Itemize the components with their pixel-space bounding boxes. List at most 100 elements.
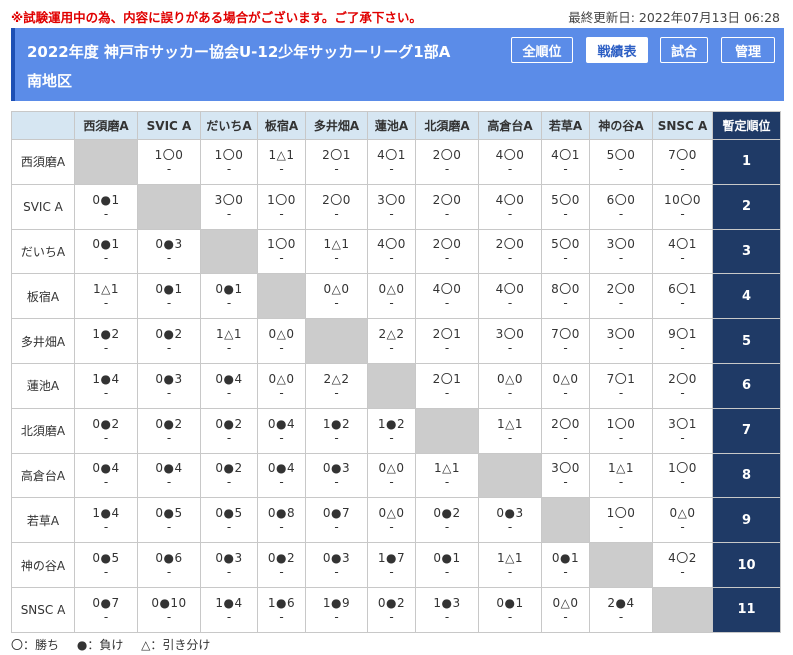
match-result-cell[interactable]: 2〇1- (305, 139, 368, 185)
match-result-cell[interactable]: 0△0- (541, 586, 590, 633)
match-result-cell[interactable]: 0●2- (257, 542, 306, 588)
match-result-cell[interactable]: 4〇0- (478, 183, 542, 230)
match-result-cell[interactable]: 0●3- (137, 228, 201, 275)
match-result-cell[interactable]: 7〇1- (589, 362, 653, 409)
match-result-cell[interactable]: 0●10- (137, 586, 201, 633)
match-result-cell[interactable]: 1●4- (200, 586, 258, 633)
match-result-cell[interactable]: 0●3- (137, 362, 201, 409)
match-result-cell[interactable]: 2△2- (367, 318, 416, 364)
match-result-cell[interactable]: 4〇2- (652, 542, 713, 588)
match-result-cell[interactable]: 0△0- (367, 452, 416, 499)
match-result-cell[interactable]: 0●2- (415, 497, 479, 544)
match-result-cell[interactable]: 3〇1- (652, 407, 713, 454)
match-result-cell[interactable]: 0●3- (478, 497, 542, 544)
match-result-cell[interactable]: 2〇0- (415, 183, 479, 230)
match-result-cell[interactable]: 1△1- (257, 139, 306, 185)
match-result-cell[interactable]: 0●4- (257, 452, 306, 499)
match-result-cell[interactable]: 4〇1- (541, 139, 590, 185)
match-result-cell[interactable]: 0△0- (478, 362, 542, 409)
match-result-cell[interactable]: 0●5- (74, 542, 138, 588)
match-result-cell[interactable]: 2〇1- (415, 318, 479, 364)
match-result-cell[interactable]: 1△1- (589, 452, 653, 499)
match-result-cell[interactable]: 3〇0- (589, 228, 653, 275)
match-result-cell[interactable]: 3〇0- (478, 318, 542, 364)
match-result-cell[interactable]: 1△1- (478, 542, 542, 588)
match-result-cell[interactable]: 3〇0- (367, 183, 416, 230)
match-result-cell[interactable]: 0●5- (137, 497, 201, 544)
match-result-cell[interactable]: 6〇1- (652, 273, 713, 320)
match-result-cell[interactable]: 1〇0- (257, 183, 306, 230)
match-result-cell[interactable]: 1●2- (367, 407, 416, 454)
match-result-cell[interactable]: 2〇0- (589, 273, 653, 320)
match-result-cell[interactable]: 1〇0- (137, 139, 201, 185)
match-result-cell[interactable]: 3〇0- (200, 183, 258, 230)
match-result-cell[interactable]: 4〇0- (478, 273, 542, 320)
match-result-cell[interactable]: 0●6- (137, 542, 201, 588)
match-result-cell[interactable]: 3〇0- (589, 318, 653, 364)
match-result-cell[interactable]: 0△0- (305, 273, 368, 320)
match-result-cell[interactable]: 0△0- (541, 362, 590, 409)
match-result-cell[interactable]: 0●2- (74, 407, 138, 454)
match-result-cell[interactable]: 0●4- (137, 452, 201, 499)
match-result-cell[interactable]: 2〇1- (415, 362, 479, 409)
match-result-cell[interactable]: 9〇1- (652, 318, 713, 364)
match-result-cell[interactable]: 0●1- (200, 273, 258, 320)
match-result-cell[interactable]: 0●3- (305, 452, 368, 499)
match-result-cell[interactable]: 5〇0- (541, 183, 590, 230)
match-result-cell[interactable]: 0●7- (74, 586, 138, 633)
match-result-cell[interactable]: 0●2- (200, 452, 258, 499)
match-result-cell[interactable]: 7〇0- (541, 318, 590, 364)
match-result-cell[interactable]: 1〇0- (589, 407, 653, 454)
match-result-cell[interactable]: 0●4- (200, 362, 258, 409)
match-result-cell[interactable]: 0●7- (305, 497, 368, 544)
match-result-cell[interactable]: 2〇0- (652, 362, 713, 409)
match-result-cell[interactable]: 1△1- (478, 407, 542, 454)
match-result-cell[interactable]: 4〇1- (367, 139, 416, 185)
match-result-cell[interactable]: 1●4- (74, 362, 138, 409)
match-result-cell[interactable]: 0●1- (137, 273, 201, 320)
match-result-cell[interactable]: 0●3- (200, 542, 258, 588)
nav-overall-standings-button[interactable]: 全順位 (511, 37, 573, 63)
match-result-cell[interactable]: 2△2- (305, 362, 368, 409)
match-result-cell[interactable]: 1●2- (74, 318, 138, 364)
match-result-cell[interactable]: 0●1- (478, 586, 542, 633)
match-result-cell[interactable]: 0△0- (257, 318, 306, 364)
match-result-cell[interactable]: 2〇0- (415, 228, 479, 275)
match-result-cell[interactable]: 5〇0- (589, 139, 653, 185)
match-result-cell[interactable]: 7〇0- (652, 139, 713, 185)
match-result-cell[interactable]: 1〇0- (200, 139, 258, 185)
match-result-cell[interactable]: 1●6- (257, 586, 306, 633)
match-result-cell[interactable]: 2〇0- (541, 407, 590, 454)
match-result-cell[interactable]: 0●2- (200, 407, 258, 454)
match-result-cell[interactable]: 2〇0- (415, 139, 479, 185)
match-result-cell[interactable]: 1△1- (305, 228, 368, 275)
match-result-cell[interactable]: 0●4- (257, 407, 306, 454)
match-result-cell[interactable]: 0△0- (652, 497, 713, 544)
match-result-cell[interactable]: 1●9- (305, 586, 368, 633)
match-result-cell[interactable]: 0●2- (137, 318, 201, 364)
match-result-cell[interactable]: 4〇0- (415, 273, 479, 320)
match-result-cell[interactable]: 1●2- (305, 407, 368, 454)
match-result-cell[interactable]: 1〇0- (257, 228, 306, 275)
match-result-cell[interactable]: 1△1- (415, 452, 479, 499)
match-result-cell[interactable]: 0●1- (74, 183, 138, 230)
match-result-cell[interactable]: 2●4- (589, 586, 653, 633)
match-result-cell[interactable]: 1△1- (200, 318, 258, 364)
match-result-cell[interactable]: 0△0- (257, 362, 306, 409)
match-result-cell[interactable]: 10〇0- (652, 183, 713, 230)
match-result-cell[interactable]: 8〇0- (541, 273, 590, 320)
match-result-cell[interactable]: 0△0- (367, 273, 416, 320)
match-result-cell[interactable]: 3〇0- (541, 452, 590, 499)
match-result-cell[interactable]: 0●1- (74, 228, 138, 275)
match-result-cell[interactable]: 1〇0- (652, 452, 713, 499)
match-result-cell[interactable]: 1△1- (74, 273, 138, 320)
match-result-cell[interactable]: 4〇1- (652, 228, 713, 275)
nav-matches-button[interactable]: 試合 (660, 37, 708, 63)
nav-admin-button[interactable]: 管理 (721, 37, 775, 63)
match-result-cell[interactable]: 1●4- (74, 497, 138, 544)
match-result-cell[interactable]: 1〇0- (589, 497, 653, 544)
match-result-cell[interactable]: 0●1- (415, 542, 479, 588)
match-result-cell[interactable]: 5〇0- (541, 228, 590, 275)
match-result-cell[interactable]: 1●3- (415, 586, 479, 633)
match-result-cell[interactable]: 0●8- (257, 497, 306, 544)
